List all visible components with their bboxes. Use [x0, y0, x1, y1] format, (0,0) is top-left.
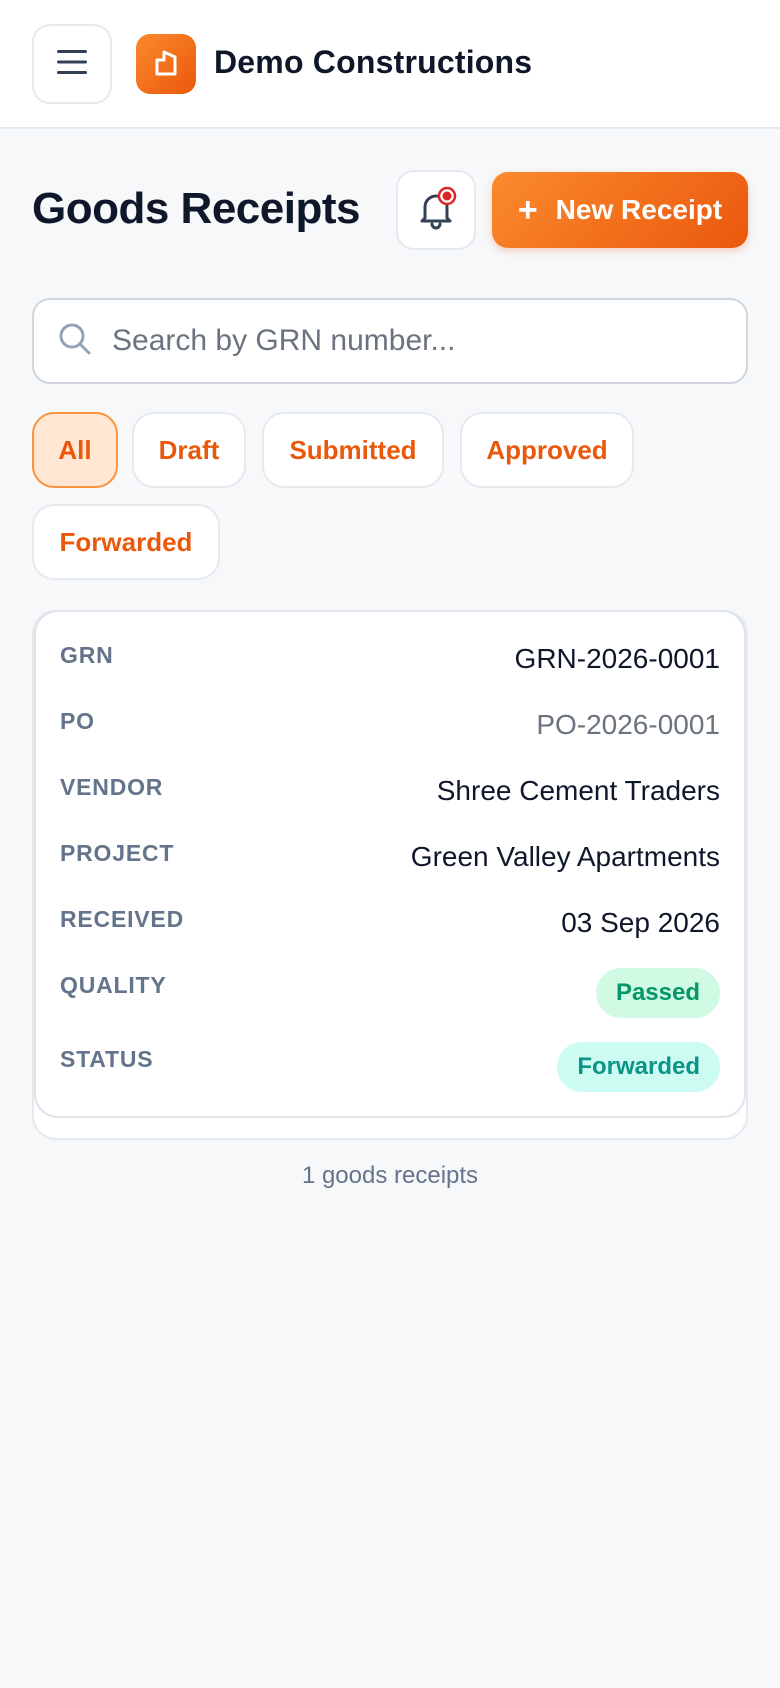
quality-label: QUALITY	[60, 972, 167, 998]
results-count: 1 goods receipts	[301, 1162, 479, 1189]
plus-icon: +	[517, 191, 538, 229]
building-logo-icon	[151, 47, 181, 82]
hamburger-menu-icon	[56, 48, 88, 81]
filter-chip-label: Approved	[486, 434, 608, 465]
project-label: PROJECT	[60, 840, 175, 866]
filter-chip-forwarded[interactable]: Forwarded	[32, 504, 220, 580]
filter-chip-draft[interactable]: Draft	[132, 412, 246, 488]
new-receipt-label: New Receipt	[555, 194, 723, 225]
received-label: RECEIVED	[60, 906, 184, 932]
filter-chip-label: Forwarded	[59, 526, 193, 557]
filter-chip-label: Draft	[158, 434, 220, 465]
search-box[interactable]	[32, 298, 748, 384]
filter-chip-approved[interactable]: Approved	[460, 412, 634, 488]
po-label: PO	[60, 708, 95, 734]
filter-chip-all[interactable]: All	[32, 412, 118, 488]
status-label: STATUS	[60, 1046, 154, 1072]
filter-chip-label: All	[58, 434, 92, 465]
quality-badge: Passed	[595, 968, 720, 1018]
grn-label: GRN	[60, 642, 114, 668]
notifications-button[interactable]	[396, 170, 476, 250]
vendor-value: Shree Cement Traders	[436, 775, 720, 806]
status-badge: Forwarded	[557, 1042, 720, 1092]
page-title: Goods Receipts	[32, 184, 360, 233]
filter-chip-submitted[interactable]: Submitted	[262, 412, 444, 488]
new-receipt-button[interactable]: + New Receipt	[492, 172, 748, 248]
top-bar: Demo Constructions	[0, 0, 780, 129]
bell-icon	[414, 186, 458, 235]
search-icon	[58, 322, 92, 361]
received-date: 03 Sep 2026	[561, 907, 720, 938]
filter-chip-label: Submitted	[289, 434, 417, 465]
company-logo	[136, 34, 196, 94]
grn-value: GRN-2026-0001	[514, 643, 720, 674]
search-input[interactable]	[112, 324, 712, 358]
menu-button[interactable]	[32, 24, 112, 104]
project-value: Green Valley Apartments	[410, 841, 720, 872]
vendor-label: VENDOR	[60, 774, 164, 800]
company-name: Demo Constructions	[214, 44, 533, 80]
po-link[interactable]: PO-2026-0001	[536, 709, 720, 741]
